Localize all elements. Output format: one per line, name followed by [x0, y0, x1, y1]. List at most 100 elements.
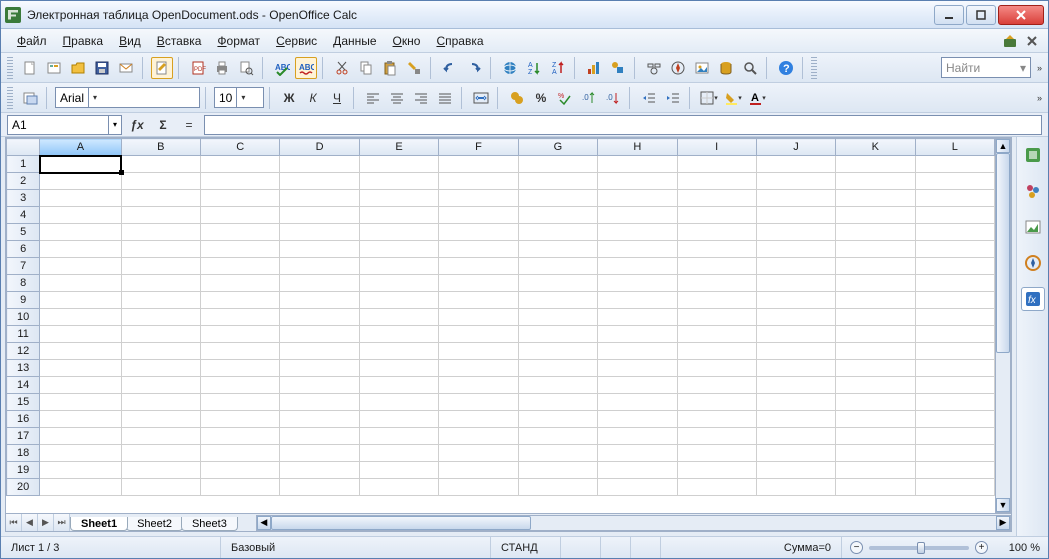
cell[interactable] [280, 173, 359, 190]
edit-doc-icon[interactable] [151, 57, 173, 79]
cell[interactable] [201, 190, 280, 207]
close-button[interactable] [998, 5, 1044, 25]
row-header[interactable]: 16 [7, 411, 40, 428]
cell[interactable] [915, 190, 994, 207]
cell[interactable] [915, 224, 994, 241]
cell[interactable] [518, 360, 597, 377]
menu-edit[interactable]: Правка [55, 32, 112, 50]
print-icon[interactable] [211, 57, 233, 79]
align-right-icon[interactable] [410, 87, 432, 109]
cell[interactable] [756, 173, 835, 190]
cell[interactable] [756, 360, 835, 377]
cell[interactable] [915, 360, 994, 377]
status-signature[interactable] [631, 537, 661, 558]
close-doc-icon[interactable] [1024, 33, 1040, 49]
cell[interactable] [836, 411, 915, 428]
cell[interactable] [121, 479, 200, 496]
cell[interactable] [280, 479, 359, 496]
find-input[interactable]: Найти▾ [941, 57, 1031, 78]
cell[interactable] [280, 326, 359, 343]
column-header[interactable]: E [359, 139, 438, 156]
cell[interactable] [598, 190, 677, 207]
row-header[interactable]: 17 [7, 428, 40, 445]
sheet-tab[interactable]: Sheet2 [126, 517, 183, 531]
cell[interactable] [915, 326, 994, 343]
chart-icon[interactable] [583, 57, 605, 79]
horizontal-scrollbar[interactable]: ◀ ▶ [256, 515, 1011, 531]
cell[interactable] [121, 275, 200, 292]
row-header[interactable]: 7 [7, 258, 40, 275]
navigator-icon[interactable] [667, 57, 689, 79]
datasources-icon[interactable] [715, 57, 737, 79]
cell[interactable] [439, 207, 518, 224]
cell[interactable] [836, 156, 915, 173]
tab-prev-icon[interactable]: ◀ [22, 514, 38, 531]
cell[interactable] [598, 445, 677, 462]
column-header[interactable]: K [836, 139, 915, 156]
cell[interactable] [518, 173, 597, 190]
cell[interactable] [121, 309, 200, 326]
styles-icon[interactable] [19, 87, 41, 109]
cell[interactable] [40, 462, 121, 479]
cell[interactable] [201, 377, 280, 394]
cell[interactable] [756, 309, 835, 326]
row-header[interactable]: 11 [7, 326, 40, 343]
formula-input[interactable] [204, 115, 1042, 135]
cell[interactable] [121, 241, 200, 258]
cell[interactable] [518, 156, 597, 173]
menu-tools[interactable]: Сервис [268, 32, 325, 50]
cell[interactable] [518, 377, 597, 394]
zoom-icon[interactable] [739, 57, 761, 79]
cell[interactable] [598, 207, 677, 224]
bgcolor-icon[interactable]: ▾ [722, 87, 744, 109]
cell[interactable] [439, 309, 518, 326]
row-header[interactable]: 8 [7, 275, 40, 292]
cell[interactable] [677, 309, 756, 326]
menu-file[interactable]: Файл [9, 32, 55, 50]
hyperlink-icon[interactable] [499, 57, 521, 79]
zoom-out-button[interactable]: − [850, 541, 863, 554]
cell[interactable] [677, 377, 756, 394]
cell[interactable] [756, 343, 835, 360]
cell[interactable] [598, 326, 677, 343]
cell[interactable] [915, 309, 994, 326]
help-icon[interactable]: ? [775, 57, 797, 79]
cell[interactable] [756, 326, 835, 343]
column-header[interactable]: L [915, 139, 994, 156]
cell[interactable] [677, 479, 756, 496]
cell[interactable] [518, 292, 597, 309]
cell[interactable] [598, 377, 677, 394]
italic-button[interactable]: К [302, 87, 324, 109]
menu-insert[interactable]: Вставка [149, 32, 210, 50]
status-style[interactable]: Базовый [221, 537, 491, 558]
cell[interactable] [280, 292, 359, 309]
cell[interactable] [836, 224, 915, 241]
cell[interactable] [915, 394, 994, 411]
cell[interactable] [201, 411, 280, 428]
cell[interactable] [201, 258, 280, 275]
row-header[interactable]: 15 [7, 394, 40, 411]
cell[interactable] [439, 479, 518, 496]
sum-icon[interactable]: Σ [152, 114, 174, 136]
cell[interactable] [598, 156, 677, 173]
cell[interactable] [518, 326, 597, 343]
cell[interactable] [359, 462, 438, 479]
cell[interactable] [201, 360, 280, 377]
cell[interactable] [201, 445, 280, 462]
cell[interactable] [915, 479, 994, 496]
cell[interactable] [518, 190, 597, 207]
cell[interactable] [121, 462, 200, 479]
cell[interactable] [836, 309, 915, 326]
cell[interactable] [598, 343, 677, 360]
cell[interactable] [439, 445, 518, 462]
cell[interactable] [677, 156, 756, 173]
cell[interactable] [677, 258, 756, 275]
cell[interactable] [915, 292, 994, 309]
function-wizard-icon[interactable]: ƒx [126, 114, 148, 136]
cell[interactable] [439, 394, 518, 411]
cell[interactable] [756, 275, 835, 292]
sidebar-styles-icon[interactable] [1021, 179, 1045, 203]
column-header[interactable]: H [598, 139, 677, 156]
cell[interactable] [201, 309, 280, 326]
sheet-tab[interactable]: Sheet3 [181, 517, 238, 531]
